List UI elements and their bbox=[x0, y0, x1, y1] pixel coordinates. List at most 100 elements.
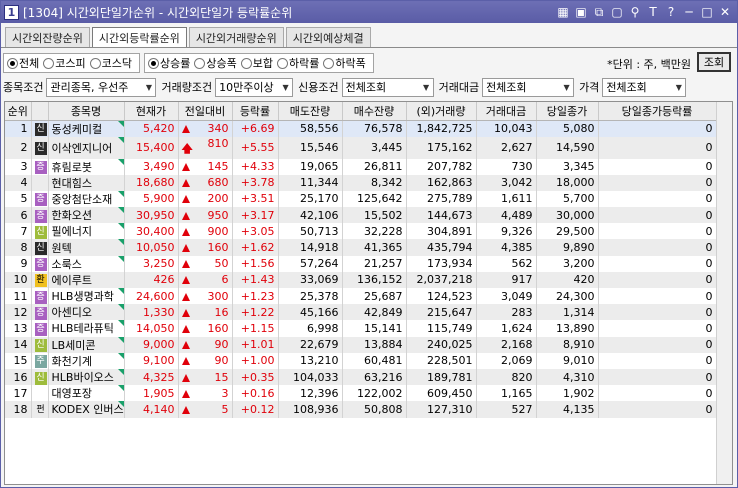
minimize-icon[interactable]: ─ bbox=[681, 4, 697, 20]
close-price-cell: 30,000 bbox=[536, 207, 599, 224]
table-row[interactable]: 14 신 LB세미콘 9,000 90 +1.01 22,679 13,884 240,025 2… bbox=[5, 336, 717, 353]
rank-grid[interactable]: 순위 종목명 현재가 전일대비 등락률 매도잔량 매수잔량 (외)거래량 거래대금 당일종가 당일종… bbox=[4, 101, 733, 485]
note-corner-icon bbox=[117, 136, 123, 143]
table-row[interactable]: 12 증 아센디오 1,330 16 +1.22 45,166 42,849 215,647 28… bbox=[5, 304, 717, 321]
stock-name[interactable]: 소룩스 bbox=[52, 258, 82, 271]
maximize-icon[interactable]: □ bbox=[699, 4, 715, 20]
stock-name-cell: 아센디오 bbox=[48, 304, 125, 321]
trade-amount-cell: 2,069 bbox=[476, 352, 537, 369]
up-triangle-icon bbox=[181, 324, 190, 333]
stock-name[interactable]: 필에너지 bbox=[52, 225, 92, 238]
volume-cell: 2,037,218 bbox=[406, 271, 477, 288]
badge-cell: 증 bbox=[31, 207, 49, 224]
stock-name[interactable]: 한화오션 bbox=[52, 209, 92, 222]
stock-name[interactable]: 원텍 bbox=[52, 242, 72, 255]
title-bar: 1 [1304] 시간외단일가순위 - 시간외단일가 등락률순위 ▦ ▣ ⧉ ▢… bbox=[1, 1, 737, 23]
copy-icon[interactable]: ⧉ bbox=[591, 4, 607, 20]
stock-name[interactable]: 동성케미컬 bbox=[52, 123, 103, 136]
table-row[interactable]: 15 주 화천기계 9,100 90 +1.00 13,210 60,481 228,501 2,… bbox=[5, 352, 717, 369]
stock-name[interactable]: 에이루트 bbox=[52, 274, 92, 287]
header-col-amount[interactable]: 거래대금 bbox=[476, 102, 537, 121]
rank-cell: 7 bbox=[5, 223, 32, 240]
radio-rise-rate[interactable]: 상승률 bbox=[148, 55, 190, 71]
radio-fall-rate[interactable]: 하락률 bbox=[277, 55, 319, 71]
link-screen-icon[interactable]: ▣ bbox=[573, 4, 589, 20]
change-cell: 50 bbox=[178, 255, 233, 272]
stock-name[interactable]: 대영포장 bbox=[52, 387, 92, 400]
table-row[interactable]: 11 증 HLB생명과학 24,600 300 +1.23 25,378 25,687 124,… bbox=[5, 288, 717, 305]
header-col-name[interactable]: 종목명 bbox=[48, 102, 125, 121]
change-value: 90 bbox=[214, 354, 229, 368]
close-icon[interactable]: ✕ bbox=[717, 4, 733, 20]
header-col-buy-remaining[interactable]: 매수잔량 bbox=[342, 102, 407, 121]
table-row[interactable]: 13 증 HLB테라퓨틱 14,050 160 +1.15 6,998 15,141 115,7… bbox=[5, 320, 717, 337]
trade-amount-select[interactable]: 전체조회 ▼ bbox=[482, 77, 575, 97]
table-row[interactable]: 6 증 한화오션 30,950 950 +3.17 42,106 15,502 144,673 4… bbox=[5, 207, 717, 224]
price-select[interactable]: 전체조회 ▼ bbox=[602, 77, 687, 97]
table-row[interactable]: 7 신 필에너지 30,400 900 +3.05 50,713 32,228 304,891 9… bbox=[5, 223, 717, 240]
table-row[interactable]: 3 증 휴림로봇 3,490 145 +4.33 19,065 26,811 207,782 73… bbox=[5, 158, 717, 175]
tab-change-rate-rank[interactable]: 시간외등락률순위 bbox=[91, 27, 187, 47]
change-value: 3 bbox=[221, 386, 229, 400]
stock-name[interactable]: 현대힘스 bbox=[52, 177, 92, 190]
table-row[interactable]: 8 신 원텍 10,050 160 +1.62 14,918 41,365 435,794 4,3… bbox=[5, 239, 717, 256]
header-col-rank[interactable]: 순위 bbox=[5, 102, 32, 121]
radio-rise-amount[interactable]: 상승폭 bbox=[194, 55, 237, 71]
trade-amount-cell: 562 bbox=[476, 255, 537, 272]
radio-flat[interactable]: 보합 bbox=[240, 55, 273, 71]
radio-all-market[interactable]: 전체 bbox=[7, 55, 39, 71]
header-col-close-rate[interactable]: 당일종가등락률 bbox=[598, 102, 717, 121]
volume-condition-select[interactable]: 10만주이상 ▼ bbox=[215, 77, 294, 97]
stock-name[interactable]: HLB테라퓨틱 bbox=[52, 322, 114, 335]
table-row[interactable]: 9 증 소룩스 3,250 50 +1.56 57,264 21,257 173,934 562 3… bbox=[5, 255, 717, 272]
stock-name[interactable]: HLB바이오스 bbox=[52, 371, 114, 384]
table-row[interactable]: 10 환 에이루트 426 6 +1.43 33,069 136,152 2,037,218 91… bbox=[5, 271, 717, 288]
stock-condition-select[interactable]: 관리종목, 우선주 ▼ bbox=[46, 77, 157, 97]
change-value: 160 bbox=[207, 321, 229, 335]
tab-volume-rank[interactable]: 시간외거래량순위 bbox=[188, 27, 284, 47]
tab-expected-execution[interactable]: 시간외예상체결 bbox=[285, 27, 371, 47]
header-col-sell-remaining[interactable]: 매도잔량 bbox=[278, 102, 343, 121]
trade-amount-cell: 283 bbox=[476, 304, 537, 321]
table-row[interactable]: 2 신 이삭엔지니어 15,400 🡅 810 +5.55 15,546 3,445 175,16… bbox=[5, 136, 717, 159]
stock-name[interactable]: HLB생명과학 bbox=[52, 290, 114, 303]
window-icon[interactable]: ▢ bbox=[609, 4, 625, 20]
stock-name[interactable]: 화천기계 bbox=[52, 355, 92, 368]
stock-name[interactable]: 아센디오 bbox=[52, 306, 92, 319]
trade-amount-cell: 917 bbox=[476, 271, 537, 288]
radio-kosdaq[interactable]: 코스닥 bbox=[89, 55, 132, 71]
header-col-price[interactable]: 현재가 bbox=[124, 102, 179, 121]
table-row[interactable]: 1 신 동성케미컬 5,420 340 +6.69 58,556 76,578 1,842,72… bbox=[5, 120, 717, 137]
current-price-cell: 4,140 bbox=[124, 401, 179, 418]
radio-dot-icon bbox=[7, 57, 18, 69]
menu-icon[interactable]: ▦ bbox=[555, 4, 571, 20]
stock-name[interactable]: 이삭엔지니어 bbox=[52, 142, 113, 155]
radio-fall-amount[interactable]: 하락폭 bbox=[323, 55, 366, 71]
header-col-close[interactable]: 당일종가 bbox=[536, 102, 599, 121]
table-row[interactable]: 17 대영포장 1,905 3 +0.16 12,396 122,002 609,450 1,1… bbox=[5, 385, 717, 402]
table-row[interactable]: 18 펀 KODEX 인버스 4,140 5 +0.12 108,936 50,808 127,… bbox=[5, 401, 717, 418]
tab-remaining-rank[interactable]: 시간외잔량순위 bbox=[5, 27, 90, 47]
table-row[interactable]: 5 증 중앙첨단소재 5,900 200 +3.51 25,170 125,642 275,78… bbox=[5, 190, 717, 208]
header-col-volume[interactable]: (외)거래량 bbox=[406, 102, 477, 121]
header-col-badge[interactable] bbox=[31, 102, 49, 121]
stock-name[interactable]: 휴림로봇 bbox=[52, 161, 92, 174]
header-col-change[interactable]: 전일대비 bbox=[178, 102, 233, 121]
stock-name[interactable]: KODEX 인버스 bbox=[52, 403, 124, 416]
stock-status-badge: 펀 bbox=[36, 404, 45, 415]
badge-cell: 증 bbox=[31, 320, 49, 337]
pin-icon[interactable]: ⚲ bbox=[627, 4, 643, 20]
header-col-rate[interactable]: 등락률 bbox=[232, 102, 279, 121]
stock-name-cell: 화천기계 bbox=[48, 352, 125, 369]
stock-name[interactable]: 중앙첨단소재 bbox=[52, 193, 113, 206]
font-icon[interactable]: T bbox=[645, 4, 661, 20]
credit-condition-select[interactable]: 전체조회 ▼ bbox=[341, 77, 434, 97]
help-icon[interactable]: ? bbox=[663, 4, 679, 20]
radio-kospi[interactable]: 코스피 bbox=[43, 55, 86, 71]
stock-name[interactable]: LB세미콘 bbox=[52, 339, 96, 352]
table-row[interactable]: 4 현대힘스 18,680 680 +3.78 11,344 8,342 162,863 3,0… bbox=[5, 174, 717, 191]
query-button[interactable]: 조회 bbox=[697, 52, 731, 72]
table-row[interactable]: 16 신 HLB바이오스 4,325 15 +0.35 104,033 63,216 189,7… bbox=[5, 368, 717, 386]
vertical-scrollbar[interactable] bbox=[716, 102, 732, 484]
buy-remaining-cell: 76,578 bbox=[342, 120, 407, 137]
